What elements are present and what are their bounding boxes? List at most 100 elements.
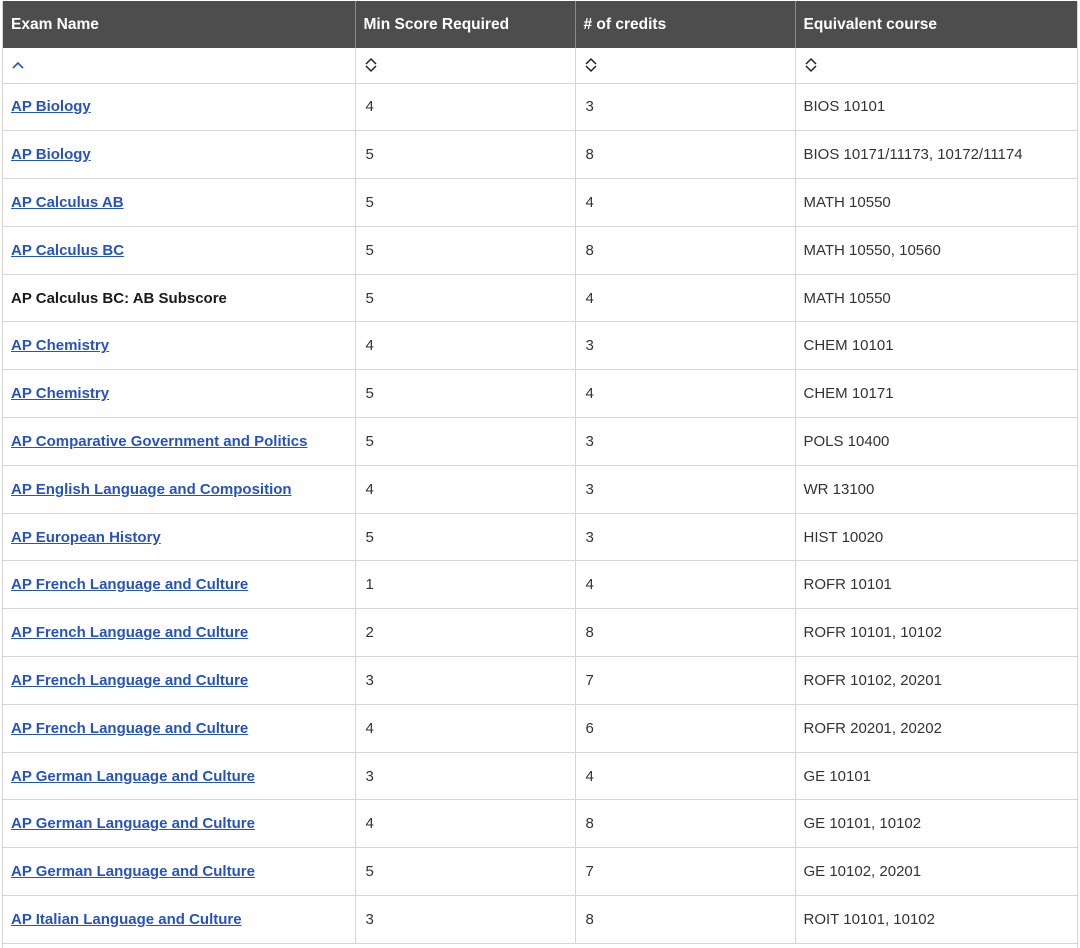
table-row: AP Calculus AB 5 4 MATH 10550 [3,178,1077,227]
table-row: AP French Language and Culture 3 7 ROFR 101… [3,656,1077,705]
cell-min-score: 3 [355,895,576,944]
cell-equivalent-course: BIOS 10101 [795,83,1077,132]
sort-ascending-icon[interactable] [11,60,347,70]
table-row: AP Biology 5 8 BIOS 10171/11173, 10172/1117… [3,130,1077,180]
cell-exam-name: AP Biology [3,130,356,180]
cell-min-score: 5 [355,274,576,323]
exam-link[interactable]: AP French Language and Culture [11,672,248,689]
cell-credits: 8 [575,130,796,180]
table-row: AP Chemistry 5 4 CHEM 10171 [3,369,1077,419]
table-row: AP Italian Language and Culture 3 8 ROIT 10… [3,895,1077,944]
exam-link[interactable]: AP Calculus AB [11,194,124,211]
exam-link[interactable]: AP European History [11,529,161,546]
cell-equivalent-course: MATH 10550 [795,178,1077,227]
cell-credits: 3 [575,83,796,132]
table-row: AP Calculus BC 5 8 MATH 10550, 10560 [3,226,1077,275]
exam-link[interactable]: AP English Language and Composition [11,481,292,498]
cell-equivalent-course: POLS 10400 [795,417,1077,466]
cell-exam-name: AP English Language and Composition [3,465,356,514]
table-row: AP German Language and Culture 5 7 GE 10102… [3,847,1077,897]
cell-min-score: 5 [355,130,576,180]
cell-credits: 6 [575,704,796,753]
exam-link[interactable]: AP French Language and Culture [11,624,248,641]
sort-unsorted-icon[interactable] [364,57,567,73]
header-credits[interactable]: # of credits [575,1,796,48]
cell-exam-name: AP Calculus AB [3,178,356,227]
cell-exam-name: AP Calculus BC [3,226,356,275]
exam-credit-table: Exam Name Min Score Required # of credit… [3,1,1077,944]
cell-exam-name: AP French Language and Culture [3,704,356,753]
sort-cell-equivalent [795,48,1077,84]
cell-exam-name: AP Italian Language and Culture [3,895,356,944]
cell-min-score: 5 [355,513,576,562]
sort-unsorted-icon[interactable] [584,57,787,73]
exam-link[interactable]: AP German Language and Culture [11,768,255,785]
cell-credits: 8 [575,226,796,275]
exam-link[interactable]: AP Biology [11,146,91,163]
exam-link[interactable]: AP Calculus BC [11,242,124,259]
cell-equivalent-course: HIST 10020 [795,513,1077,562]
cell-credits: 3 [575,513,796,562]
header-equivalent-course[interactable]: Equivalent course [795,1,1077,48]
sort-controls-row [3,48,1077,84]
table-row: AP Chemistry 4 3 CHEM 10101 [3,321,1077,371]
cell-equivalent-course: GE 10101 [795,752,1077,801]
sort-cell-exam-name [3,48,356,84]
exam-link[interactable]: AP German Language and Culture [11,863,255,880]
table-row: AP French Language and Culture 4 6 ROFR 202… [3,704,1077,753]
cell-credits: 3 [575,321,796,371]
cell-exam-name: AP French Language and Culture [3,560,356,610]
cell-credits: 8 [575,895,796,944]
exam-link[interactable]: AP Comparative Government and Politics [11,433,307,450]
exam-link[interactable]: AP French Language and Culture [11,576,248,593]
cell-equivalent-course: CHEM 10101 [795,321,1077,371]
cell-min-score: 4 [355,799,576,849]
cell-min-score: 5 [355,226,576,275]
cell-equivalent-course: ROFR 10101 [795,560,1077,610]
table-header-row: Exam Name Min Score Required # of credit… [3,1,1077,48]
sort-cell-credits [575,48,796,84]
exam-link[interactable]: AP Biology [11,98,91,115]
cell-equivalent-course: ROFR 10102, 20201 [795,656,1077,705]
cell-exam-name: AP French Language and Culture [3,656,356,705]
cell-equivalent-course: CHEM 10171 [795,369,1077,419]
cell-min-score: 5 [355,847,576,897]
exam-link[interactable]: AP Chemistry [11,337,109,354]
table-row: AP German Language and Culture 3 4 GE 10101 [3,752,1077,801]
sort-cell-min-score [355,48,576,84]
cell-credits: 4 [575,560,796,610]
cell-min-score: 4 [355,465,576,514]
cell-min-score: 5 [355,178,576,227]
exam-link[interactable]: AP Italian Language and Culture [11,911,242,928]
exam-link[interactable]: AP German Language and Culture [11,815,255,832]
cell-min-score: 4 [355,321,576,371]
cell-equivalent-course: WR 13100 [795,465,1077,514]
cell-exam-name: AP Comparative Government and Politics [3,417,356,466]
sort-unsorted-icon[interactable] [804,57,1071,73]
cell-min-score: 3 [355,752,576,801]
cell-equivalent-course: ROFR 10101, 10102 [795,608,1077,658]
exam-link[interactable]: AP Chemistry [11,385,109,402]
cell-min-score: 5 [355,417,576,466]
cell-equivalent-course: MATH 10550 [795,274,1077,323]
cell-exam-name: AP Chemistry [3,369,356,419]
cell-equivalent-course: MATH 10550, 10560 [795,226,1077,275]
table-row: AP German Language and Culture 4 8 GE 10101… [3,799,1077,849]
cell-exam-name: AP French Language and Culture [3,608,356,658]
cell-min-score: 2 [355,608,576,658]
header-exam-name[interactable]: Exam Name [3,1,356,48]
cell-credits: 3 [575,465,796,514]
cell-exam-name: AP German Language and Culture [3,847,356,897]
cell-equivalent-course: GE 10101, 10102 [795,799,1077,849]
header-min-score[interactable]: Min Score Required [355,1,576,48]
table-row: AP English Language and Composition 4 3 WR … [3,465,1077,514]
cell-credits: 4 [575,369,796,419]
table-row: AP Comparative Government and Politics 5 3… [3,417,1077,466]
cell-min-score: 3 [355,656,576,705]
table-row: AP Biology 4 3 BIOS 10101 [3,83,1077,132]
cell-min-score: 4 [355,704,576,753]
exam-link[interactable]: AP French Language and Culture [11,720,248,737]
table-row: AP European History 5 3 HIST 10020 [3,513,1077,562]
cell-credits: 4 [575,178,796,227]
cell-exam-name: AP Chemistry [3,321,356,371]
